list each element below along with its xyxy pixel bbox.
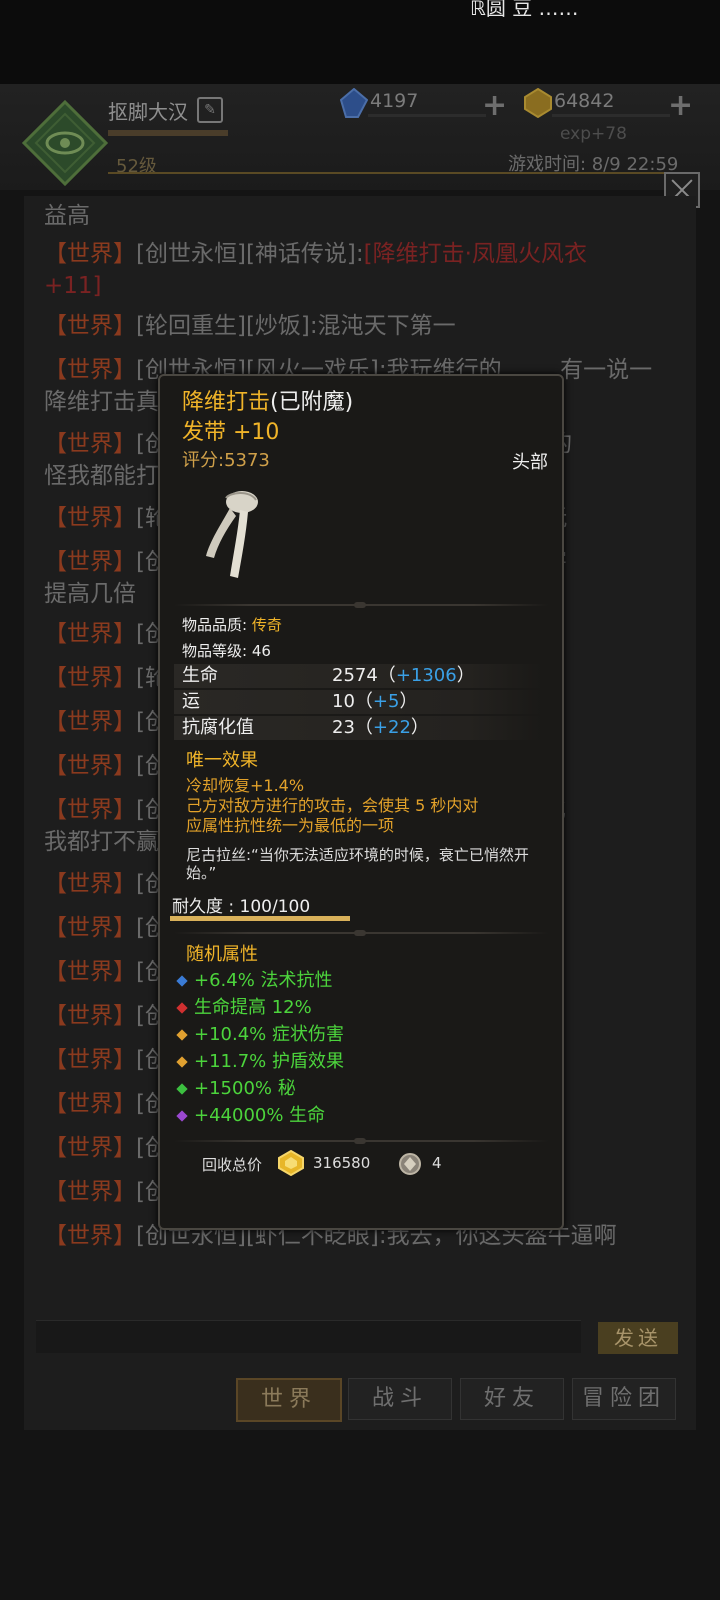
gem-icon bbox=[176, 1110, 188, 1122]
channel-tag: 【世界】 bbox=[44, 709, 136, 735]
crystal-counter: 4197 bbox=[339, 87, 490, 118]
message-text: [轮回重生][炒饭]:混沌天下第一 bbox=[136, 313, 456, 339]
name-underline bbox=[108, 130, 228, 136]
channel-tag: 【世界】 bbox=[44, 959, 136, 985]
player-name: 抠脚大汉 bbox=[108, 100, 188, 124]
channel-tag: 【世界】 bbox=[44, 871, 136, 897]
crystal-value: 4197 bbox=[370, 90, 419, 112]
unique-effect: 冷却恢复+1.4% 己方对敌方进行的攻击，会使其 5 秒内对 应属性抗性统一为最低的… bbox=[186, 776, 479, 835]
chat-message: +11] bbox=[44, 270, 684, 302]
channel-tag: 【世界】 bbox=[44, 915, 136, 941]
exp-gain: exp+78 bbox=[560, 124, 627, 144]
channel-tag: 【世界】 bbox=[44, 1003, 136, 1029]
random-attr: +6.4% 法术抗性 bbox=[176, 966, 333, 992]
recycle-label: 回收总价 bbox=[202, 1156, 263, 1174]
channel-tag: 【世界】 bbox=[44, 549, 136, 575]
message-text: 怪我都能打 bbox=[44, 463, 159, 489]
random-attr: +10.4% 症状伤害 bbox=[176, 1020, 344, 1046]
channel-tag: 【世界】 bbox=[44, 357, 136, 383]
recycle-scrap: 4 bbox=[432, 1154, 442, 1172]
chat-message: 【世界】[创世永恒][神话传说]:[降维打击·凤凰火风衣 bbox=[44, 238, 684, 270]
channel-tag: 【世界】 bbox=[44, 241, 136, 267]
unique-effect-title: 唯一效果 bbox=[186, 750, 258, 771]
edit-icon: ✎ bbox=[204, 102, 216, 118]
headband-icon bbox=[206, 491, 258, 578]
send-button[interactable]: 发送 bbox=[598, 1322, 678, 1354]
tab-world[interactable]: 世界 bbox=[236, 1378, 342, 1422]
channel-tag: 【世界】 bbox=[44, 313, 136, 339]
channel-tag: 【世界】 bbox=[44, 1223, 136, 1249]
gem-icon bbox=[176, 1083, 188, 1095]
channel-tag: 【世界】 bbox=[44, 621, 136, 647]
edit-name-button[interactable]: ✎ bbox=[197, 97, 223, 123]
item-quality: 物品品质: 传奇 bbox=[182, 616, 282, 634]
add-crystal-button[interactable]: + bbox=[482, 88, 507, 123]
item-link[interactable]: [降维打击·凤凰火风衣 bbox=[364, 241, 587, 267]
durability: 耐久度 : 100/100 bbox=[172, 897, 311, 917]
durability-bar bbox=[170, 916, 350, 921]
player-level: 52级 bbox=[116, 156, 157, 177]
gold-icon bbox=[278, 1150, 304, 1176]
item-link[interactable]: +11] bbox=[44, 273, 102, 299]
item-slot: 头部 bbox=[512, 452, 548, 473]
channel-tag: 【世界】 bbox=[44, 505, 136, 531]
random-attr: +44000% 生命 bbox=[176, 1101, 325, 1127]
message-text: 益高 bbox=[44, 203, 90, 229]
message-text: 提高几倍 bbox=[44, 581, 136, 607]
stat-row: 生命 2574（+1306） bbox=[174, 664, 542, 688]
gold-icon bbox=[524, 87, 552, 119]
channel-tag: 【世界】 bbox=[44, 797, 136, 823]
stat-row: 抗腐化值 23（+22） bbox=[174, 716, 542, 740]
gem-icon bbox=[176, 975, 188, 987]
gem-icon bbox=[176, 1056, 188, 1068]
tab-adventure-group[interactable]: 冒险团 bbox=[572, 1378, 676, 1420]
scrap-icon bbox=[399, 1153, 421, 1175]
item-level: 物品等级: 46 bbox=[182, 642, 271, 660]
random-attr: +11.7% 护盾效果 bbox=[176, 1047, 344, 1073]
chat-message: 益高 bbox=[44, 200, 684, 232]
add-gold-button[interactable]: + bbox=[668, 88, 693, 123]
message-text: 我都打不赢 bbox=[44, 829, 159, 855]
channel-tag: 【世界】 bbox=[44, 1135, 136, 1161]
random-attr: +1500% 秘 bbox=[176, 1074, 296, 1100]
stat-row: 运 10（+5） bbox=[174, 690, 542, 714]
channel-tag: 【世界】 bbox=[44, 1047, 136, 1073]
player-avatar[interactable] bbox=[22, 100, 108, 186]
tab-battle[interactable]: 战斗 bbox=[348, 1378, 452, 1420]
status-text: ℝ圆 豆 …… bbox=[470, 0, 579, 20]
message-text: 降维打击真 bbox=[44, 389, 159, 415]
channel-tag: 【世界】 bbox=[44, 1091, 136, 1117]
message-text: [创世永恒][神话传说]: bbox=[136, 241, 364, 267]
gold-value: 64842 bbox=[554, 90, 615, 112]
item-name: 降维打击 bbox=[182, 390, 271, 415]
channel-tag: 【世界】 bbox=[44, 431, 136, 457]
chat-message: 【世界】[轮回重生][炒饭]:混沌天下第一 bbox=[44, 310, 684, 342]
crystal-icon bbox=[339, 87, 369, 118]
status-bar: ℝ圆 豆 …… bbox=[0, 0, 720, 84]
item-name-line: 降维打击(已附魔) bbox=[182, 384, 353, 416]
channel-tag: 【世界】 bbox=[44, 753, 136, 779]
random-attr-title: 随机属性 bbox=[186, 944, 258, 965]
channel-tag: 【世界】 bbox=[44, 665, 136, 691]
item-type: 发带 +10 bbox=[182, 420, 280, 445]
gem-icon bbox=[176, 1002, 188, 1014]
game-time: 游戏时间: 8/9 22:59 bbox=[508, 154, 679, 175]
flavor-text: 尼古拉丝:“当你无法适应环境的时候，衰亡已悄然开始。” bbox=[186, 846, 529, 882]
recycle-gold: 316580 bbox=[313, 1154, 371, 1172]
channel-tag: 【世界】 bbox=[44, 1179, 136, 1205]
chat-input[interactable] bbox=[36, 1320, 581, 1353]
tab-friends[interactable]: 好友 bbox=[460, 1378, 564, 1420]
gem-icon bbox=[176, 1029, 188, 1041]
random-attr: 生命提高 12% bbox=[176, 993, 312, 1019]
gold-counter: 64842 bbox=[524, 87, 674, 119]
item-tooltip: 降维打击(已附魔) 发带 +10 评分:5373 头部 物品品质: 传奇 物品等… bbox=[158, 374, 564, 1230]
item-score: 评分:5373 bbox=[182, 450, 270, 471]
enchanted-tag: (已附魔) bbox=[270, 390, 354, 415]
